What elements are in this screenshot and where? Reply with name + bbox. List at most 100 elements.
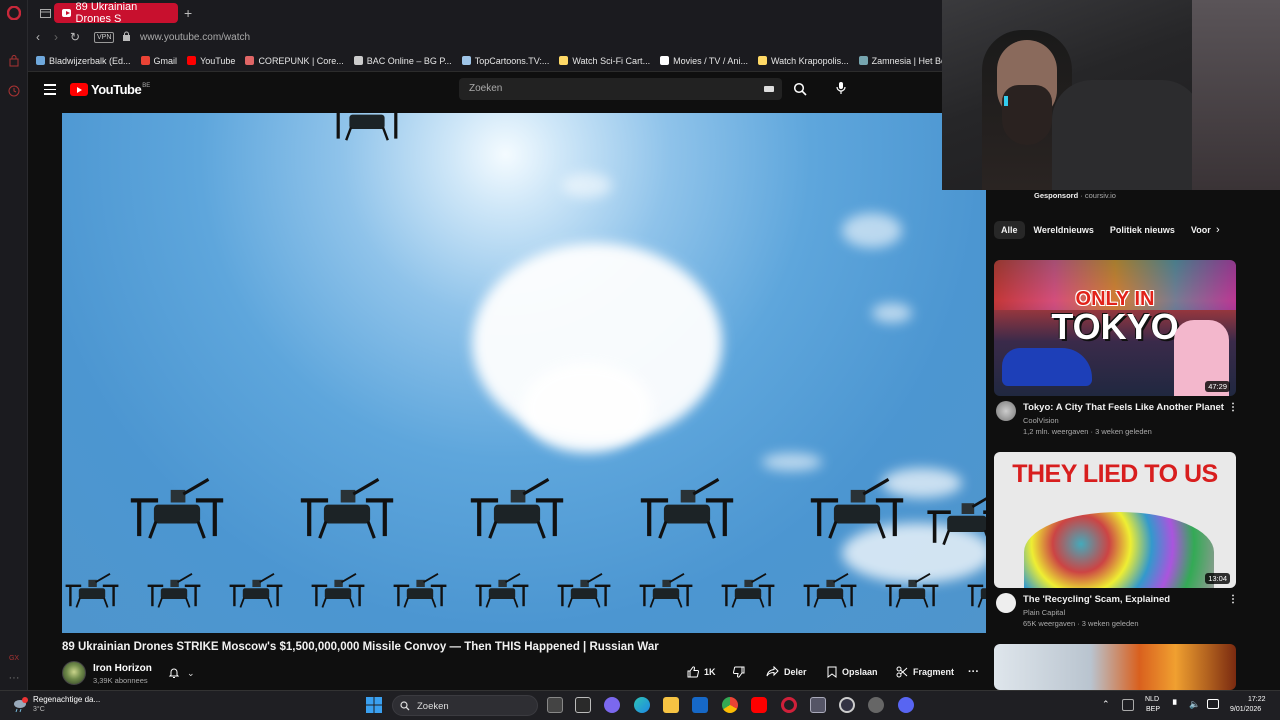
youtube-app-icon[interactable]: [751, 697, 767, 713]
bookmark-favicon-icon: [757, 56, 767, 65]
chevron-down-icon[interactable]: ⌄: [187, 668, 195, 679]
taskbar-search[interactable]: Zoeken: [392, 695, 538, 716]
taskbar-search-label: Zoeken: [417, 701, 449, 712]
video-thumbnail[interactable]: THEY LIED TO US 13:04: [994, 452, 1236, 588]
bookmark-item[interactable]: BAC Online – BG P...: [353, 56, 452, 66]
bookmark-favicon-icon: [461, 56, 471, 65]
bookmark-icon: [827, 666, 837, 678]
chevron-up-icon[interactable]: ⌃: [1102, 699, 1110, 710]
youtube-logo[interactable]: YouTube BE: [70, 82, 150, 97]
channel-avatar[interactable]: [996, 401, 1016, 421]
related-video-channel[interactable]: CoolVision: [1023, 416, 1059, 425]
bookmark-item[interactable]: YouTube: [187, 56, 235, 66]
sponsor-domain[interactable]: coursiv.io: [1085, 191, 1116, 200]
menu-icon[interactable]: [44, 84, 56, 95]
filter-chip[interactable]: Politiek nieuws: [1103, 221, 1182, 239]
related-video-meta: 65K weergaven · 3 weken geleden: [1023, 619, 1139, 628]
keyboard-layout[interactable]: BEP: [1146, 706, 1160, 713]
discord-icon[interactable]: [898, 697, 914, 713]
search-icon[interactable]: [793, 82, 807, 96]
bookmark-item[interactable]: Watch Krapopolis...: [757, 56, 849, 66]
drone: [311, 573, 365, 608]
related-video-title[interactable]: Tokyo: A City That Feels Like Another Pl…: [1023, 402, 1224, 413]
video-thumbnail[interactable]: ONLY IN TOKYO 47:29: [994, 260, 1236, 396]
channel-avatar[interactable]: [62, 661, 86, 685]
back-icon[interactable]: ‹: [36, 30, 40, 44]
bookmark-label: Watch Sci-Fi Cart...: [572, 55, 651, 66]
video-menu-icon[interactable]: ⋮: [1228, 594, 1238, 605]
calculator-icon[interactable]: [810, 697, 826, 713]
bookmark-item[interactable]: Watch Sci-Fi Cart...: [559, 56, 650, 66]
channel-name[interactable]: Iron Horizon: [93, 663, 152, 674]
bookmark-item[interactable]: Gmail: [140, 56, 177, 66]
app-icon[interactable]: [839, 697, 855, 713]
bookmark-item[interactable]: COREPUNK | Core...: [245, 56, 344, 66]
weather-text[interactable]: Regenachtige da...: [33, 695, 100, 704]
opera-logo-icon[interactable]: [6, 5, 22, 21]
light-icon: [1004, 96, 1008, 106]
bookmark-item[interactable]: Zamnesia | Het Be: [858, 56, 942, 66]
drone: [640, 478, 734, 539]
like-button[interactable]: 1K: [687, 666, 716, 678]
gx-icon[interactable]: GX: [6, 650, 22, 666]
save-button[interactable]: Opslaan: [827, 666, 878, 678]
task-view-icon[interactable]: [547, 697, 563, 713]
clock-time[interactable]: 17:22: [1248, 696, 1266, 703]
new-tab-button[interactable]: +: [184, 3, 198, 23]
opera-gx-icon[interactable]: [781, 697, 797, 713]
drone: [300, 478, 394, 539]
clock-date[interactable]: 9/01/2026: [1230, 706, 1261, 713]
vpn-badge[interactable]: VPN: [94, 32, 115, 43]
bell-icon[interactable]: [168, 667, 180, 679]
share-button[interactable]: Deler: [766, 666, 807, 677]
chevron-right-icon[interactable]: ›: [1216, 224, 1220, 236]
thumb-text-1: THEY LIED TO US: [1012, 460, 1218, 488]
lock-icon[interactable]: [122, 31, 131, 41]
history-icon[interactable]: [6, 83, 22, 99]
more-icon[interactable]: ···: [6, 670, 22, 686]
bookmark-item[interactable]: Movies / TV / Ani...: [660, 56, 748, 66]
filter-chip[interactable]: Wereldnieuws: [1027, 221, 1101, 239]
reload-icon[interactable]: ↻: [70, 30, 80, 44]
more-actions-button[interactable]: ···: [968, 666, 979, 678]
video-thumbnail[interactable]: [994, 644, 1236, 690]
file-explorer-icon[interactable]: [663, 697, 679, 713]
teams-icon[interactable]: [604, 697, 620, 713]
video-menu-icon[interactable]: ⋮: [1228, 402, 1238, 413]
address-bar: ‹ › ↻ VPN www.youtube.com/watch: [28, 26, 942, 50]
forward-icon[interactable]: ›: [54, 30, 58, 44]
video-player[interactable]: [62, 113, 986, 633]
edge-icon[interactable]: [634, 697, 650, 713]
dislike-button[interactable]: [733, 666, 750, 678]
language-code[interactable]: NLD: [1145, 696, 1159, 703]
related-video-channel[interactable]: Plain Capital: [1023, 608, 1065, 617]
windows-start-icon[interactable]: [366, 697, 382, 718]
weather-icon[interactable]: [12, 697, 28, 713]
bookmark-item[interactable]: Bladwijzerbalk (Ed...: [36, 56, 131, 66]
volume-icon[interactable]: 🔈: [1189, 699, 1200, 710]
shopping-bag-icon[interactable]: [6, 53, 22, 69]
clip-button[interactable]: Fragment: [896, 666, 954, 678]
channel-avatar[interactable]: [996, 593, 1016, 613]
bookmarks-bar: Bladwijzerbalk (Ed... Gmail YouTube COREPUN…: [28, 50, 942, 72]
microphone-icon[interactable]: [835, 81, 847, 95]
widgets-icon[interactable]: [575, 697, 591, 713]
share-label: Deler: [784, 666, 807, 677]
taskbar: Regenachtige da... 3°C Zoeken ⌃ NLD BEP …: [0, 690, 1280, 720]
bookmark-item[interactable]: TopCartoons.TV:...: [461, 56, 549, 66]
filter-chip[interactable]: Alle: [994, 221, 1025, 239]
app-tray-icon[interactable]: [1122, 699, 1134, 711]
drone: [810, 478, 904, 539]
related-video-title[interactable]: The 'Recycling' Scam, Explained: [1023, 594, 1170, 605]
settings-icon[interactable]: [868, 697, 884, 713]
chrome-icon[interactable]: [722, 697, 738, 713]
filter-chip[interactable]: Voor: [1184, 221, 1218, 239]
drone: [885, 573, 939, 608]
keyboard-icon[interactable]: [764, 86, 774, 92]
wifi-icon[interactable]: ▘: [1173, 700, 1180, 711]
battery-icon[interactable]: [1207, 699, 1219, 709]
url-field[interactable]: www.youtube.com/watch: [140, 32, 250, 43]
outlook-icon[interactable]: [692, 697, 708, 713]
search-input[interactable]: Zoeken: [459, 78, 782, 100]
tab-active[interactable]: 89 Ukrainian Drones S: [54, 1, 178, 25]
